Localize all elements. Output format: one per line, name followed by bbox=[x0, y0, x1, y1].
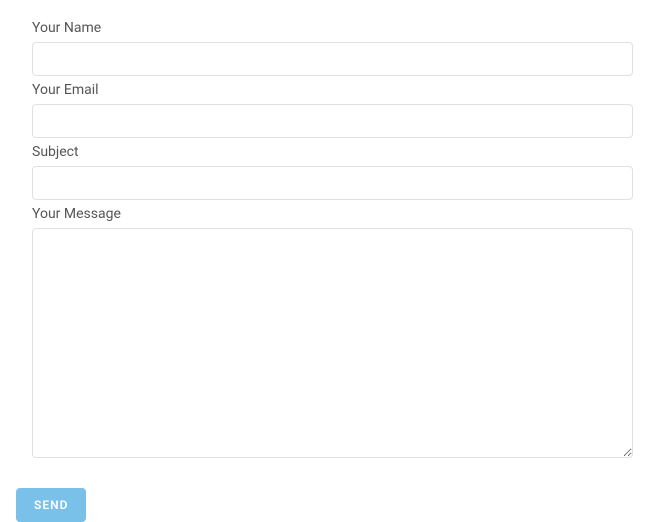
send-button[interactable]: SEND bbox=[16, 488, 86, 522]
name-group: Your Name bbox=[16, 20, 633, 82]
subject-group: Subject bbox=[16, 144, 633, 206]
subject-label: Subject bbox=[32, 144, 633, 160]
contact-form: Your Name Your Email Subject Your Messag… bbox=[16, 20, 633, 522]
message-label: Your Message bbox=[32, 206, 633, 222]
name-input[interactable] bbox=[32, 42, 633, 76]
message-group: Your Message bbox=[16, 206, 633, 488]
email-label: Your Email bbox=[32, 82, 633, 98]
name-label: Your Name bbox=[32, 20, 633, 36]
message-textarea[interactable] bbox=[32, 228, 633, 458]
subject-input[interactable] bbox=[32, 166, 633, 200]
email-input[interactable] bbox=[32, 104, 633, 138]
email-group: Your Email bbox=[16, 82, 633, 144]
